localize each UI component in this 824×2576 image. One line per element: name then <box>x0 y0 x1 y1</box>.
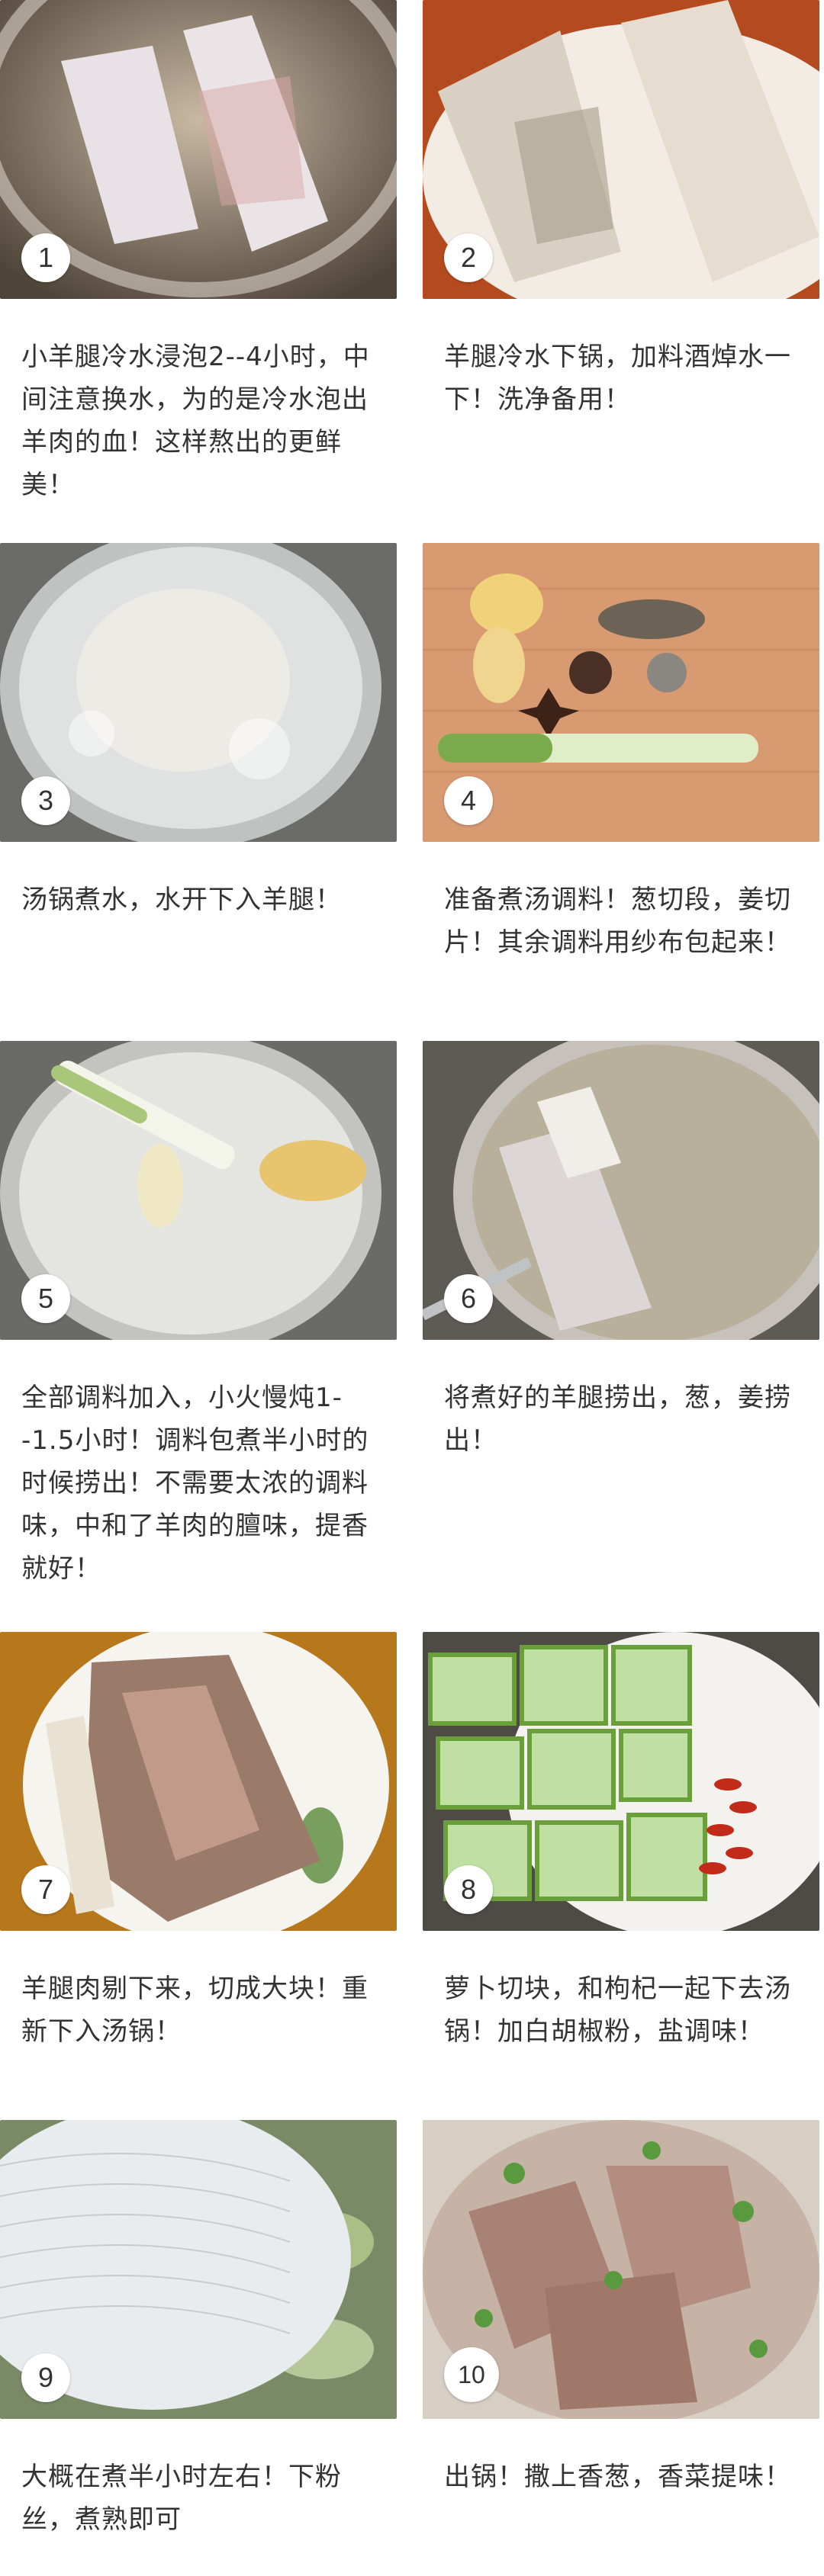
step-number-badge-3: 3 <box>21 776 70 825</box>
step-number-badge-8: 8 <box>444 1865 493 1914</box>
step-photo-7: 7 <box>0 1632 397 1931</box>
step-photo-10: 10 <box>423 2120 819 2419</box>
step-photo-3: 3 <box>0 543 397 842</box>
step-photo-4: 4 <box>423 543 819 842</box>
step-text-3: 汤锅煮水，水开下入羊腿！ <box>21 885 342 915</box>
step-card-3: 3 汤锅煮水，水开下入羊腿！ <box>0 543 397 915</box>
step-number-badge-4: 4 <box>444 776 493 825</box>
step-photo-2: 2 <box>423 0 819 299</box>
step-card-5: 5 全部调料加入，小火慢炖1--1.5小时！调料包煮半小时的时候捞出！不需要太浓… <box>0 1041 397 1584</box>
step-text-1: 小羊腿冷水浸泡2--4小时，中间注意换水，为的是冷水泡出羊肉的血！这样熬出的更鲜… <box>21 342 370 500</box>
step-number-badge-7: 7 <box>21 1865 70 1914</box>
step-number-badge-5: 5 <box>21 1274 70 1323</box>
step-photo-9: 9 <box>0 2120 397 2419</box>
step-text-9: 大概在煮半小时左右！下粉丝，煮熟即可 <box>21 2462 342 2535</box>
step-card-10: 10 出锅！撒上香葱，香菜提味！ <box>423 2120 819 2492</box>
step-card-1: 1 小羊腿冷水浸泡2--4小时，中间注意换水，为的是冷水泡出羊肉的血！这样熬出的… <box>0 0 397 500</box>
step-number-badge-10: 10 <box>444 2347 499 2402</box>
step-text-4: 准备煮汤调料！葱切段，姜切片！其余调料用纱布包起来！ <box>444 885 791 958</box>
step-text-5: 全部调料加入，小火慢炖1--1.5小时！调料包煮半小时的时候捞出！不需要太浓的调… <box>21 1383 369 1584</box>
step-text-8: 萝卜切块，和枸杞一起下去汤锅！加白胡椒粉，盐调味！ <box>444 1974 791 2047</box>
step-number-badge-2: 2 <box>444 233 493 282</box>
step-number-badge-6: 6 <box>444 1274 493 1323</box>
step-text-7: 羊腿肉剔下来，切成大块！重新下入汤锅！ <box>21 1974 369 2047</box>
step-card-2: 2 羊腿冷水下锅，加料酒焯水一下！洗净备用！ <box>423 0 819 415</box>
step-photo-6: 6 <box>423 1041 819 1340</box>
step-photo-8: 8 <box>423 1632 819 1931</box>
step-text-10: 出锅！撒上香葱，香菜提味！ <box>444 2462 791 2492</box>
step-card-6: 6 将煮好的羊腿捞出，葱，姜捞出！ <box>423 1041 819 1456</box>
step-card-8: 8 萝卜切块，和枸杞一起下去汤锅！加白胡椒粉，盐调味！ <box>423 1632 819 2047</box>
step-card-9: 9 大概在煮半小时左右！下粉丝，煮熟即可 <box>0 2120 397 2535</box>
step-text-2: 羊腿冷水下锅，加料酒焯水一下！洗净备用！ <box>444 342 791 415</box>
step-photo-1: 1 <box>0 0 397 299</box>
step-number-badge-9: 9 <box>21 2353 70 2402</box>
step-photo-5: 5 <box>0 1041 397 1340</box>
step-card-7: 7 羊腿肉剔下来，切成大块！重新下入汤锅！ <box>0 1632 397 2047</box>
step-card-4: 4 准备煮汤调料！葱切段，姜切片！其余调料用纱布包起来！ <box>423 543 819 958</box>
step-text-6: 将煮好的羊腿捞出，葱，姜捞出！ <box>444 1383 791 1456</box>
step-number-badge-1: 1 <box>21 233 70 282</box>
